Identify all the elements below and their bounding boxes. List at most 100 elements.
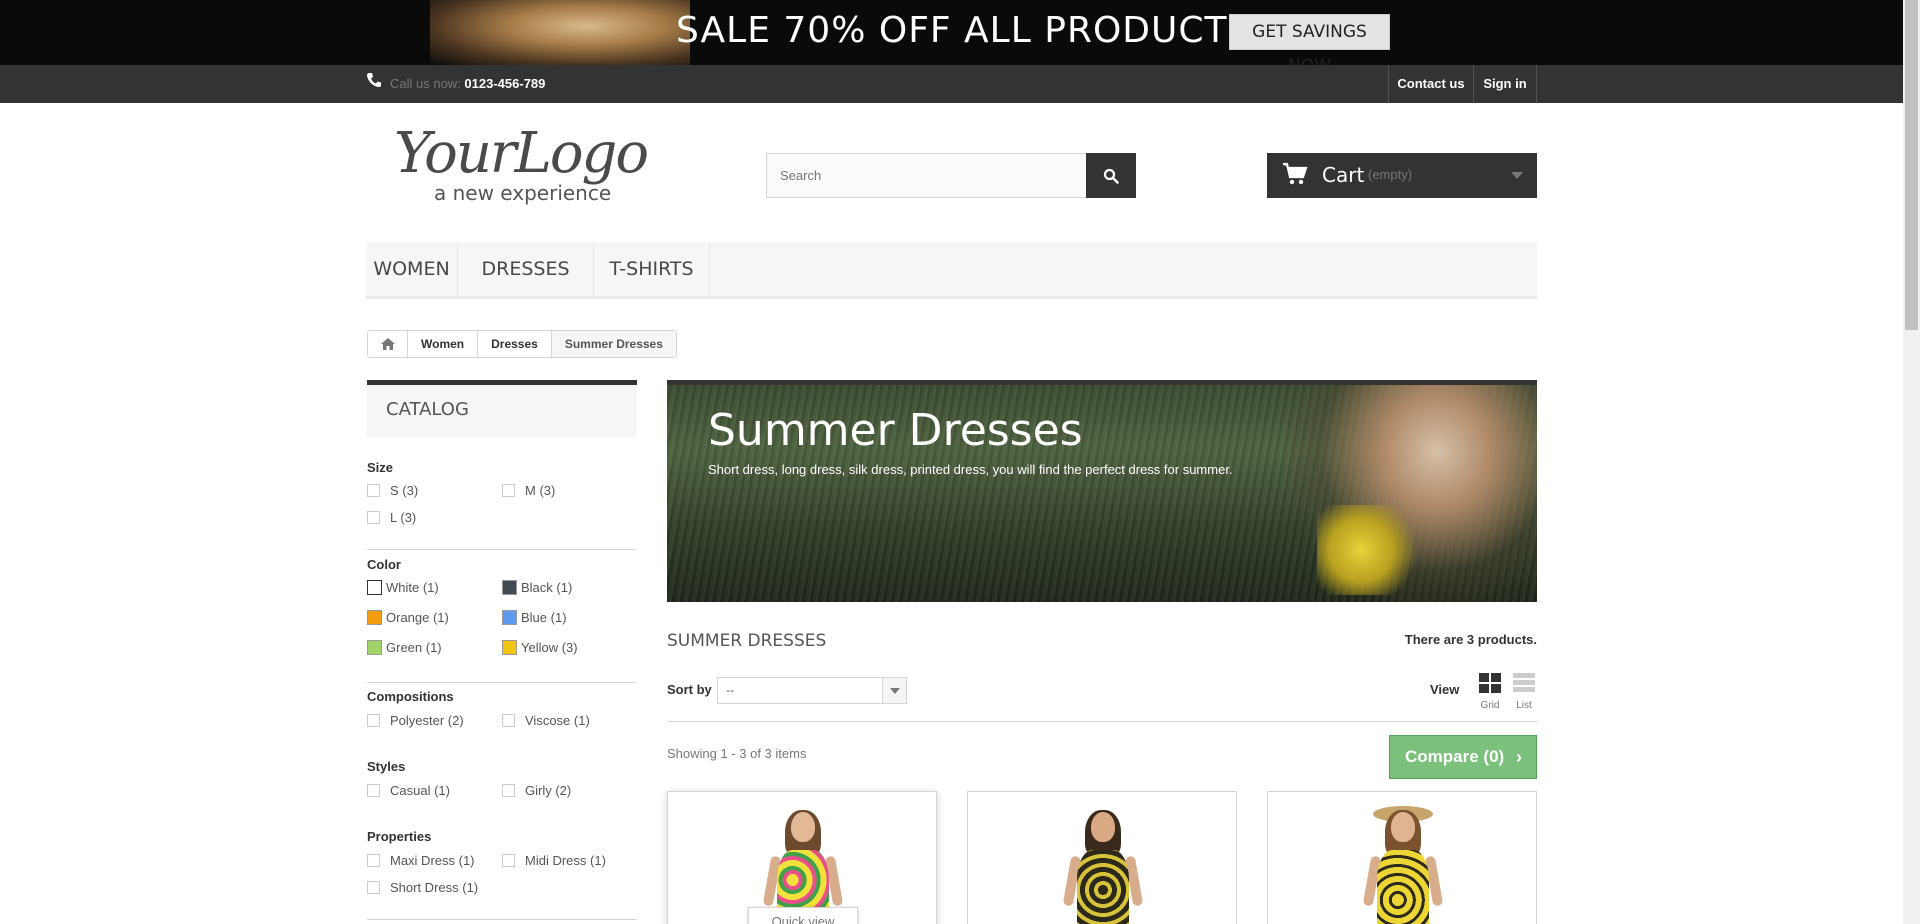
- checkbox[interactable]: [367, 484, 380, 497]
- filter-property-short-dress[interactable]: Short Dress (1): [367, 880, 478, 895]
- catalog-title: CATALOG: [386, 399, 469, 420]
- color-swatch-white[interactable]: [367, 580, 382, 595]
- view-grid-button[interactable]: Grid: [1478, 673, 1502, 713]
- showing-items-text: Showing 1 - 3 of 3 items: [667, 746, 807, 761]
- filter-label: Green (1): [386, 640, 442, 655]
- filter-label: Yellow (3): [521, 640, 578, 655]
- filter-label: Black (1): [521, 580, 573, 595]
- filter-color-blue[interactable]: Blue (1): [502, 610, 567, 625]
- color-swatch-yellow[interactable]: [502, 640, 517, 655]
- filter-style-girly[interactable]: Girly (2): [502, 783, 571, 798]
- checkbox[interactable]: [367, 881, 380, 894]
- model-dress: [1377, 850, 1429, 924]
- top-bar: [0, 65, 1903, 103]
- filter-color-black[interactable]: Black (1): [502, 580, 572, 595]
- scrollbar-thumb[interactable]: [1905, 0, 1918, 330]
- color-swatch-blue[interactable]: [502, 610, 517, 625]
- home-icon: [380, 338, 395, 350]
- filter-property-midi-dress[interactable]: Midi Dress (1): [502, 853, 606, 868]
- filter-size-l[interactable]: L (3): [367, 510, 416, 525]
- filter-size-m[interactable]: M (3): [502, 483, 555, 498]
- svg-text:a new experience: a new experience: [434, 181, 611, 205]
- filter-label: Casual (1): [390, 783, 450, 798]
- cart-dropdown[interactable]: Cart (empty): [1267, 153, 1537, 198]
- filter-color-orange[interactable]: Orange (1): [367, 610, 449, 625]
- search-button[interactable]: [1086, 153, 1136, 198]
- checkbox[interactable]: [502, 854, 515, 867]
- checkbox[interactable]: [367, 784, 380, 797]
- breadcrumb-current: Summer Dresses: [551, 331, 676, 357]
- breadcrumb-women[interactable]: Women: [408, 331, 479, 357]
- promo-banner[interactable]: SALE 70% OFF ALL PRODUCTS GET SAVINGS NO…: [0, 0, 1903, 65]
- category-banner: Summer Dresses Short dress, long dress, …: [667, 380, 1537, 602]
- menu-item-women[interactable]: WOMEN: [366, 242, 458, 296]
- contact-us-link[interactable]: Contact us: [1388, 65, 1473, 103]
- checkbox[interactable]: [367, 714, 380, 727]
- site-logo[interactable]: YourLogo a new experience: [392, 122, 682, 212]
- checkbox[interactable]: [502, 784, 515, 797]
- page: SALE 70% OFF ALL PRODUCTS GET SAVINGS NO…: [0, 0, 1920, 924]
- get-savings-button[interactable]: GET SAVINGS NOW: [1229, 14, 1390, 65]
- menu-item-dresses[interactable]: DRESSES: [458, 242, 594, 296]
- compare-button[interactable]: Compare (0) ›: [1389, 735, 1537, 779]
- filter-title-color: Color: [367, 557, 401, 572]
- sort-by-select[interactable]: --: [717, 677, 907, 704]
- cart-icon: [1283, 162, 1308, 185]
- view-grid-label: Grid: [1480, 700, 1500, 711]
- color-swatch-black[interactable]: [502, 580, 517, 595]
- view-label: View: [1430, 682, 1460, 697]
- product-count: There are 3 products.: [1404, 632, 1537, 647]
- filter-label: Viscose (1): [525, 713, 590, 728]
- filter-property-maxi-dress[interactable]: Maxi Dress (1): [367, 853, 475, 868]
- filter-label: White (1): [386, 580, 439, 595]
- banner-flowers-image: [1317, 505, 1427, 595]
- list-icon: [1513, 673, 1535, 692]
- listing-divider: [667, 721, 1537, 722]
- breadcrumb-home[interactable]: [368, 331, 408, 357]
- filter-title-styles: Styles: [367, 759, 406, 774]
- filter-color-white[interactable]: White (1): [367, 580, 439, 595]
- view-list-button[interactable]: List: [1512, 673, 1536, 713]
- filter-color-green[interactable]: Green (1): [367, 640, 442, 655]
- view-list-label: List: [1516, 700, 1532, 711]
- filter-composition-viscose[interactable]: Viscose (1): [502, 713, 590, 728]
- filter-label: Girly (2): [525, 783, 572, 798]
- search-icon: [1103, 168, 1119, 184]
- product-card[interactable]: Quick view: [667, 791, 937, 924]
- filter-composition-polyester[interactable]: Polyester (2): [367, 713, 464, 728]
- color-swatch-green[interactable]: [367, 640, 382, 655]
- model-head: [791, 812, 815, 842]
- chevron-down-icon: [1511, 172, 1523, 179]
- filter-divider: [367, 919, 637, 920]
- sort-by-value: --: [726, 683, 734, 697]
- filter-size-s[interactable]: S (3): [367, 483, 418, 498]
- product-card[interactable]: [1267, 791, 1537, 924]
- filter-title-compositions: Compositions: [367, 689, 454, 704]
- breadcrumb-dresses[interactable]: Dresses: [478, 331, 552, 357]
- filter-divider: [367, 682, 637, 683]
- menu-item-t-shirts[interactable]: T-SHIRTS: [594, 242, 710, 296]
- checkbox[interactable]: [502, 714, 515, 727]
- product-image[interactable]: [1062, 810, 1144, 924]
- checkbox[interactable]: [367, 511, 380, 524]
- compare-label: Compare (0): [1405, 747, 1505, 766]
- call-us-label: Call us now:: [390, 76, 465, 91]
- filter-label: Polyester (2): [390, 713, 464, 728]
- filter-label: Orange (1): [386, 610, 449, 625]
- color-swatch-orange[interactable]: [367, 610, 382, 625]
- checkbox[interactable]: [367, 854, 380, 867]
- checkbox[interactable]: [502, 484, 515, 497]
- sort-by-label: Sort by: [667, 682, 712, 697]
- quick-view-button[interactable]: Quick view: [748, 907, 858, 924]
- product-card[interactable]: [967, 791, 1237, 924]
- filter-style-casual[interactable]: Casual (1): [367, 783, 450, 798]
- filter-color-yellow[interactable]: Yellow (3): [502, 640, 578, 655]
- breadcrumb: Women Dresses Summer Dresses: [367, 330, 677, 358]
- sign-in-link[interactable]: Sign in: [1473, 65, 1537, 103]
- category-name: Summer Dresses: [708, 405, 1083, 456]
- product-image[interactable]: [1362, 806, 1444, 924]
- search-input[interactable]: [767, 154, 1086, 197]
- catalog-header: CATALOG: [367, 380, 637, 437]
- phone-number: 0123-456-789: [464, 76, 546, 91]
- grid-icon: [1479, 673, 1501, 693]
